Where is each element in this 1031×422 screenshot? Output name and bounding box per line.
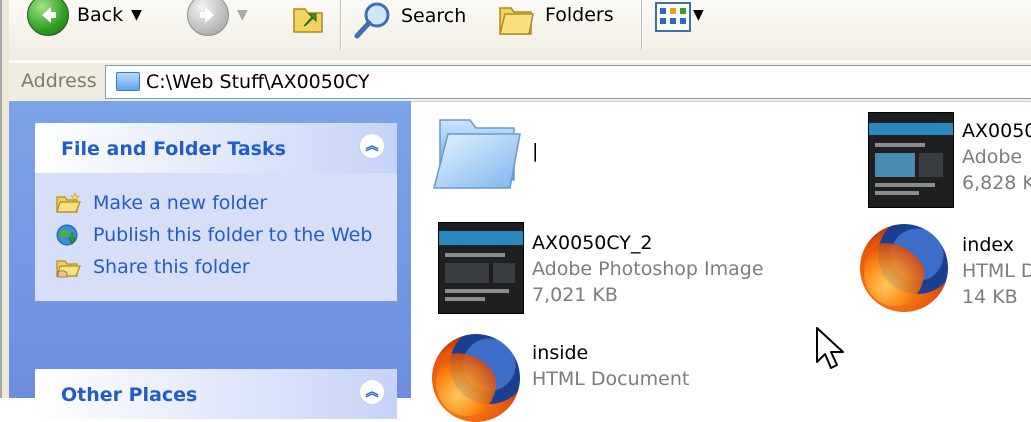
folders-icon bbox=[499, 7, 534, 35]
up-folder-button[interactable] bbox=[291, 0, 327, 36]
file-size: 7,021 KB bbox=[532, 284, 618, 306]
folder-icon bbox=[433, 119, 521, 189]
file-name: AX0050 bbox=[962, 120, 1031, 142]
file-type: HTML Document bbox=[532, 368, 690, 390]
back-arrow-icon bbox=[27, 0, 69, 36]
publish-web-icon bbox=[56, 224, 78, 246]
address-label: Address bbox=[21, 70, 97, 92]
search-button[interactable]: Search bbox=[353, 0, 466, 40]
firefox-icon bbox=[860, 224, 948, 312]
task-share-folder[interactable]: Share this folder bbox=[35, 251, 397, 283]
back-label: Back bbox=[77, 4, 124, 26]
address-bar: Address C:\Web Stuff\AX0050CY bbox=[9, 62, 1031, 102]
back-button[interactable]: Back ▼ bbox=[27, 0, 142, 36]
file-item[interactable]: index HTML D 14 KB bbox=[856, 222, 1031, 317]
psd-thumbnail bbox=[868, 112, 954, 208]
up-folder-icon bbox=[293, 8, 323, 33]
psd-thumbnail bbox=[438, 222, 524, 314]
file-item[interactable]: | bbox=[430, 110, 640, 200]
file-and-folder-tasks-title: File and Folder Tasks bbox=[61, 138, 286, 160]
file-type: Adobe Photoshop Image bbox=[532, 258, 764, 280]
task-publish-folder-to-web[interactable]: Publish this folder to the Web bbox=[35, 219, 397, 251]
file-type: HTML D bbox=[962, 260, 1031, 282]
task-pane: File and Folder Tasks ︽ Make a new folde… bbox=[9, 101, 411, 419]
views-button[interactable]: ▼ bbox=[655, 2, 704, 34]
task-make-new-folder[interactable]: Make a new folder bbox=[35, 187, 397, 219]
task-label: Make a new folder bbox=[93, 192, 268, 214]
search-icon bbox=[354, 2, 390, 39]
file-name: index bbox=[962, 234, 1014, 256]
views-icon bbox=[655, 2, 691, 32]
file-and-folder-tasks-header[interactable]: File and Folder Tasks ︽ bbox=[35, 123, 397, 173]
file-size: 14 KB bbox=[962, 286, 1018, 308]
collapse-chevron-icon[interactable]: ︽ bbox=[359, 379, 385, 405]
back-dropdown-icon[interactable]: ▼ bbox=[131, 7, 142, 23]
toolbar-separator bbox=[641, 0, 643, 50]
file-item[interactable]: AX0050 Adobe 6,828 K bbox=[866, 112, 1031, 208]
address-path: C:\Web Stuff\AX0050CY bbox=[146, 71, 370, 93]
file-size: 6,828 K bbox=[962, 172, 1031, 194]
share-folder-icon bbox=[56, 260, 81, 278]
address-field[interactable]: C:\Web Stuff\AX0050CY bbox=[105, 65, 1031, 99]
file-name: inside bbox=[532, 342, 589, 364]
firefox-icon bbox=[432, 334, 520, 422]
views-dropdown-icon[interactable]: ▼ bbox=[693, 7, 704, 23]
collapse-chevron-icon[interactable]: ︽ bbox=[359, 133, 385, 159]
folders-button[interactable]: Folders bbox=[497, 0, 614, 38]
folder-icon bbox=[116, 72, 140, 91]
window-left-border bbox=[0, 0, 9, 398]
forward-arrow-icon bbox=[187, 0, 229, 36]
forward-button[interactable]: ▼ bbox=[187, 0, 248, 36]
folders-label: Folders bbox=[545, 4, 614, 26]
task-label: Share this folder bbox=[93, 256, 250, 278]
file-name: | bbox=[532, 140, 539, 162]
task-label: Publish this folder to the Web bbox=[93, 224, 373, 246]
toolbar-separator bbox=[340, 0, 342, 50]
file-item[interactable]: AX0050CY_2 Adobe Photoshop Image 7,021 K… bbox=[436, 220, 776, 315]
file-and-folder-tasks-box: File and Folder Tasks ︽ Make a new folde… bbox=[35, 123, 397, 301]
file-item[interactable]: inside HTML Document bbox=[428, 330, 768, 422]
mouse-cursor-icon bbox=[816, 327, 844, 369]
file-and-folder-tasks-list: Make a new folder Publish this folder to… bbox=[35, 173, 397, 301]
other-places-title: Other Places bbox=[61, 384, 198, 406]
toolbar: Back ▼ ▼ Search Folders ▼ bbox=[9, 0, 1031, 60]
other-places-header[interactable]: Other Places ︽ bbox=[35, 369, 397, 419]
other-places-box: Other Places ︽ bbox=[35, 369, 397, 419]
forward-dropdown-icon[interactable]: ▼ bbox=[237, 7, 248, 23]
file-name: AX0050CY_2 bbox=[532, 232, 653, 254]
file-type: Adobe bbox=[962, 146, 1023, 168]
new-folder-icon bbox=[56, 192, 81, 213]
search-label: Search bbox=[401, 5, 467, 27]
